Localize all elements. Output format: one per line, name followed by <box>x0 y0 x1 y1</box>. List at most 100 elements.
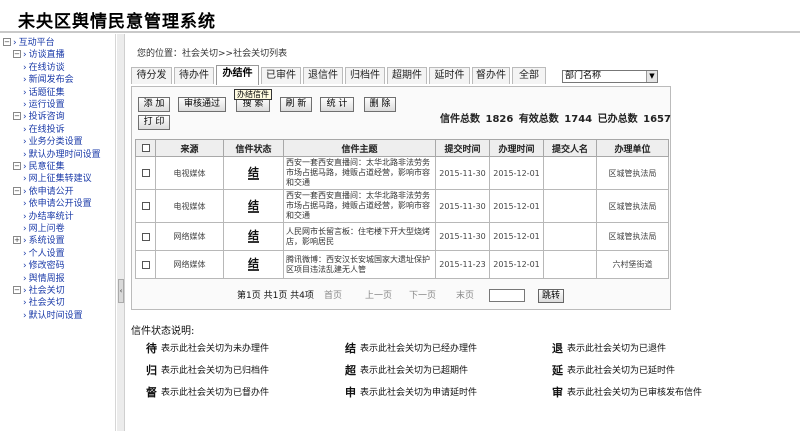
tab[interactable]: 全部 <box>512 67 546 84</box>
print-button[interactable]: 打 印 <box>138 115 170 130</box>
sidebar-item[interactable]: › 默认时间设置 <box>23 310 83 322</box>
sidebar-splitter[interactable]: ‹ <box>117 34 125 431</box>
row-checkbox[interactable] <box>141 232 150 241</box>
refresh-button[interactable]: 刷 新 <box>280 97 312 112</box>
sidebar-item[interactable]: › 办结率统计 <box>23 211 74 223</box>
table-row[interactable]: 电视媒体 结 西安一套西安直播间：太华北路非法劳务市场占据马路，摊贩占道经营，影响市… <box>135 189 669 223</box>
stats-button[interactable]: 统 计 <box>320 97 354 112</box>
sidebar-item[interactable]: − › 互动平台 <box>3 37 55 49</box>
page-number-input[interactable] <box>489 289 525 302</box>
sidebar-item[interactable]: › 个人设置 <box>13 248 65 260</box>
checkbox[interactable] <box>135 189 156 223</box>
tab[interactable]: 归档件 <box>345 67 385 84</box>
chevron-down-icon[interactable]: ▼ <box>646 71 657 82</box>
app-title: 未央区舆情民意管理系统 <box>18 12 216 32</box>
row-checkbox[interactable] <box>141 169 150 177</box>
sidebar-item[interactable]: − › 民意征集 <box>13 161 65 173</box>
sidebar-item[interactable]: › 在线访谈 <box>23 62 65 74</box>
sidebar-item[interactable]: − › 社会关切 <box>13 285 65 297</box>
node-arrow-icon: › <box>23 273 27 284</box>
sidebar-item[interactable]: › 依申请公开设置 <box>23 198 92 210</box>
node-arrow-icon: › <box>23 112 27 123</box>
sidebar-item[interactable]: − › 投诉咨询 <box>13 111 65 123</box>
subject-cell[interactable]: 腾讯微博：西安汉长安城国家大遗址保护区项目违法乱建无人管 <box>283 250 436 279</box>
row-checkbox[interactable] <box>141 260 150 269</box>
select-all-checkbox[interactable] <box>141 143 150 152</box>
tab-tooltip: 办结信件 <box>234 89 272 100</box>
delete-button[interactable]: 删 除 <box>364 97 396 112</box>
sidebar-item-label: 舆情周报 <box>28 273 65 284</box>
sidebar-item[interactable]: + › 系统设置 <box>13 235 65 247</box>
checkbox[interactable] <box>135 156 156 190</box>
next-page-link[interactable]: 下一页 <box>409 289 436 303</box>
sidebar-item[interactable]: › 运行设置 <box>23 99 65 111</box>
node-arrow-icon: › <box>23 162 27 172</box>
subject-cell[interactable]: 西安一套西安直播间：太华北路非法劳务市场占据马路，摊贩占道经营，影响市容和交通 <box>283 156 436 190</box>
app-header: 未央区舆情民意管理系统 <box>0 0 800 33</box>
unit-cell: 区城管执法局 <box>596 156 669 190</box>
approve-button[interactable]: 审核通过 <box>178 97 226 112</box>
status-cell: 结 <box>223 222 284 251</box>
collapse-icon[interactable]: − <box>3 38 11 46</box>
sidebar-item-label: 在线访谈 <box>28 62 65 73</box>
sidebar-item[interactable]: › 业务分类设置 <box>23 136 83 148</box>
sidebar-item-label: 依申请公开 <box>28 186 74 197</box>
prev-page-link[interactable]: 上一页 <box>365 289 392 303</box>
sidebar-item-label: 新闻发布会 <box>28 75 74 86</box>
node-arrow-icon: › <box>23 199 27 210</box>
sidebar-item[interactable]: › 舆情周报 <box>13 273 65 285</box>
department-select[interactable]: 部门名称 ▼ <box>562 70 658 83</box>
breadcrumb: 您的位置：社会关切>>社会关切列表 <box>137 49 288 59</box>
tab[interactable]: 延时件 <box>429 67 470 84</box>
sidebar-item[interactable]: › 新闻发布会 <box>23 74 74 86</box>
table-row[interactable]: 电视媒体 结 西安一套西安直播间：太华北路非法劳务市场占据马路，摊贩占道经营，影响市… <box>135 156 669 190</box>
legend-text: 表示此社会关切为已归档件 <box>161 366 270 376</box>
tab[interactable]: 超期件 <box>387 67 427 84</box>
node-arrow-icon: › <box>23 174 27 185</box>
add-button[interactable]: 添 加 <box>138 97 170 112</box>
checkbox[interactable] <box>135 222 156 251</box>
sidebar-item[interactable]: − › 依申请公开 <box>13 186 74 198</box>
tab[interactable]: 已审件 <box>261 67 301 84</box>
sidebar-item[interactable]: › 话题征集 <box>23 87 65 99</box>
subject-cell[interactable]: 西安一套西安直播间：太华北路非法劳务市场占据马路，摊贩占道经营，影响市容和交通 <box>283 189 436 223</box>
submit-time-cell: 2015-11-23 <box>435 250 490 279</box>
tab[interactable]: 待办件 <box>174 67 214 84</box>
table-header-row: 来源 信件状态 信件主题 提交时间 办理时间 提交人名 办理单位 <box>135 139 669 157</box>
handle-time-cell: 2015-12-01 <box>489 189 544 223</box>
sidebar-item[interactable]: › 默认办理时间设置 <box>23 149 101 161</box>
first-page-link[interactable]: 首页 <box>324 289 342 303</box>
sidebar-item-label: 系统设置 <box>28 236 65 247</box>
tab[interactable]: 办结件 <box>216 65 259 85</box>
last-page-link[interactable]: 末页 <box>456 289 474 303</box>
checkbox[interactable] <box>135 250 156 279</box>
tab[interactable]: 退信件 <box>303 67 343 84</box>
sidebar-item-label: 在线投诉 <box>28 124 65 135</box>
subject-cell[interactable]: 人民网市长留言板：住宅楼下开大型烧烤店，影响居民 <box>283 222 436 251</box>
collapse-sidebar-icon[interactable]: ‹ <box>118 279 124 303</box>
collapse-icon[interactable]: − <box>13 286 21 294</box>
collapse-icon[interactable]: − <box>13 162 21 170</box>
sidebar-item[interactable]: › 网上问卷 <box>13 223 65 235</box>
sidebar-item[interactable]: − › 访谈直播 <box>13 49 65 61</box>
legend-text: 表示此社会关切为已超期件 <box>360 366 469 376</box>
legend-item: 待表示此社会关切为未办理件 <box>146 343 269 355</box>
table-row[interactable]: 网络媒体 结 腾讯微博：西安汉长安城国家大遗址保护区项目违法乱建无人管 2015-11… <box>135 250 669 279</box>
collapse-icon[interactable]: − <box>13 186 21 195</box>
table-row[interactable]: 网络媒体 结 人民网市长留言板：住宅楼下开大型烧烤店，影响居民 2015-11-30 2… <box>135 222 669 251</box>
tab[interactable]: 督办件 <box>472 67 510 84</box>
sidebar-item[interactable]: › 社会关切 <box>23 297 65 309</box>
tab[interactable]: 待分发 <box>131 67 172 84</box>
done-label: 已办总数 <box>597 114 638 125</box>
select-all-cell[interactable] <box>135 139 156 157</box>
expand-icon[interactable]: + <box>13 236 21 245</box>
column-header: 办理时间 <box>489 139 544 157</box>
sidebar-item[interactable]: › 在线投诉 <box>23 124 65 136</box>
collapse-icon[interactable]: − <box>13 112 21 121</box>
collapse-icon[interactable]: − <box>13 50 21 59</box>
row-checkbox[interactable] <box>141 202 150 210</box>
sidebar-item[interactable]: › 修改密码 <box>13 260 65 272</box>
go-button[interactable]: 跳转 <box>538 289 564 303</box>
node-arrow-icon: › <box>23 124 27 135</box>
sidebar-item[interactable]: › 网上征集转建议 <box>23 173 92 185</box>
